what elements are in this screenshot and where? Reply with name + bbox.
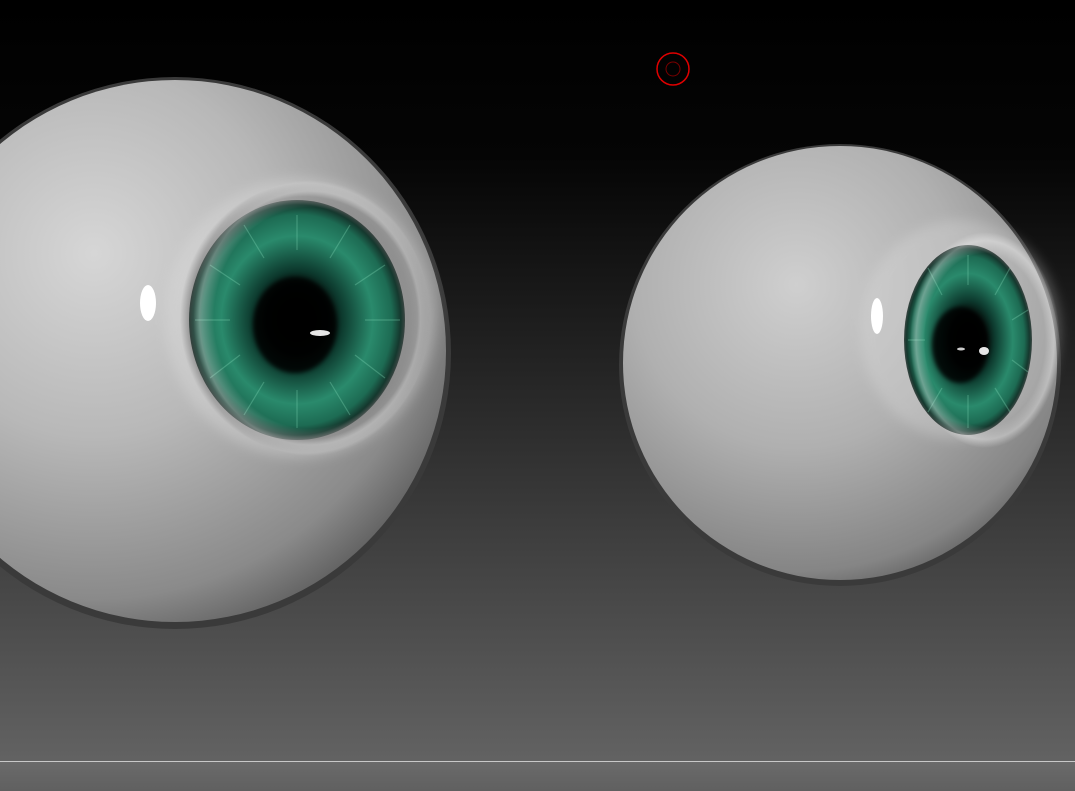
3d-viewport[interactable]: [0, 0, 1075, 791]
scene-canvas[interactable]: [0, 0, 1075, 791]
right-specular-highlight: [871, 298, 883, 334]
bottom-shelf: [0, 761, 1075, 791]
right-eyeball[interactable]: [619, 144, 1061, 586]
left-specular-highlight: [140, 285, 156, 321]
